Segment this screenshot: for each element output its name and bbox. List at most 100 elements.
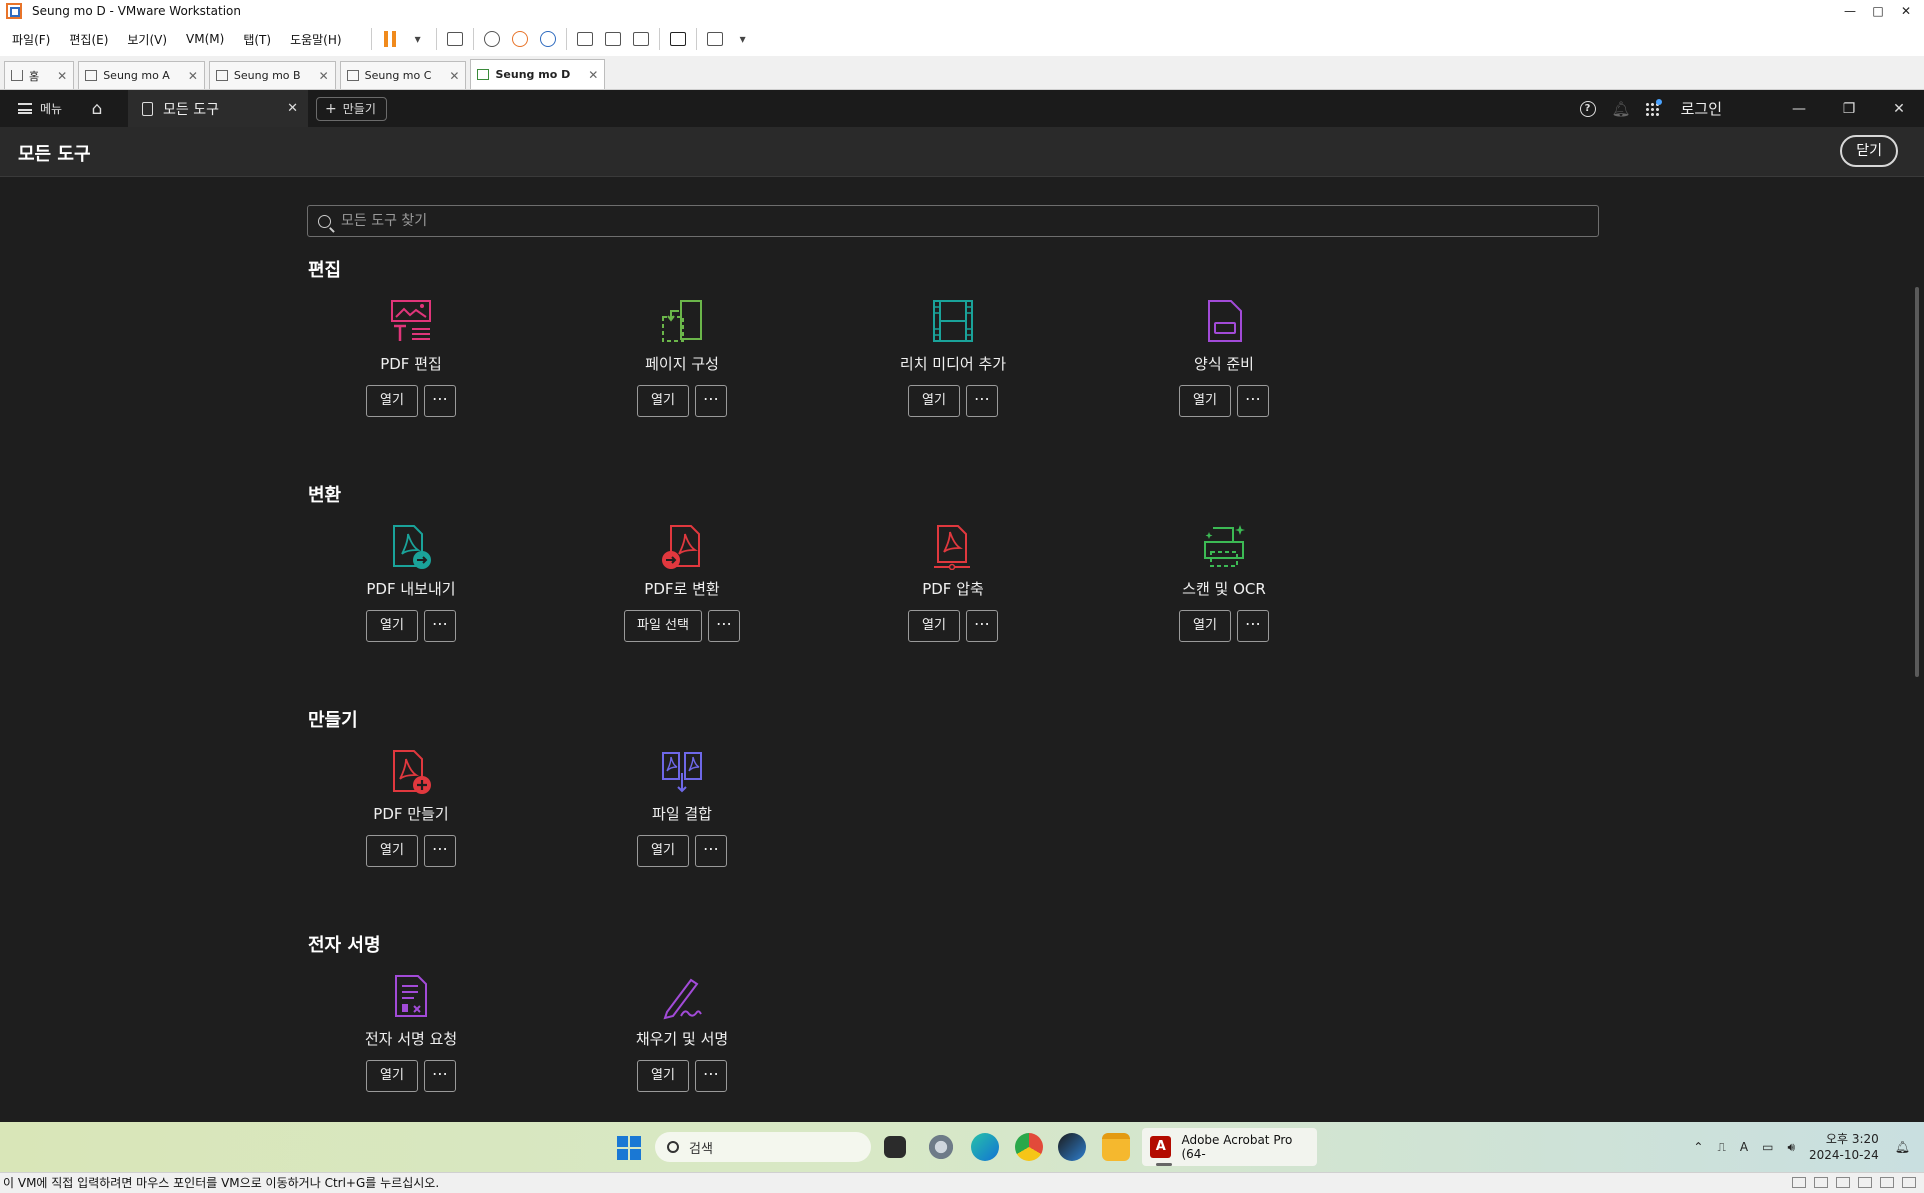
usb-icon[interactable]: ⎍ [1717, 1140, 1725, 1155]
task-view-icon[interactable] [884, 1136, 906, 1158]
open-button[interactable]: 열기 [908, 385, 960, 417]
tab-seung-mo-a[interactable]: Seung mo A ✕ [78, 61, 205, 89]
taskbar-search[interactable]: 검색 [655, 1132, 871, 1162]
tool-name: 스캔 및 OCR [1182, 580, 1266, 598]
restore-icon[interactable]: ❐ [1824, 101, 1874, 117]
open-button[interactable]: 열기 [637, 385, 689, 417]
network-adapter-icon[interactable] [1836, 1177, 1850, 1188]
more-options-button[interactable]: ⋯ [424, 610, 456, 642]
more-options-button[interactable]: ⋯ [966, 385, 998, 417]
full-screen-button[interactable] [627, 26, 655, 52]
taskbar-acrobat[interactable]: A Adobe Acrobat Pro (64- [1142, 1128, 1317, 1166]
login-button[interactable]: 로그인 [1681, 98, 1722, 119]
more-options-button[interactable]: ⋯ [424, 385, 456, 417]
show-thumbnail-button[interactable] [599, 26, 627, 52]
network-icon[interactable]: ▭ [1762, 1140, 1773, 1154]
close-icon[interactable]: ✕ [1892, 0, 1920, 22]
vertical-scrollbar[interactable] [1915, 287, 1919, 677]
thumbnail-icon [604, 32, 621, 46]
sound-card-icon[interactable] [1880, 1177, 1894, 1188]
hard-disk-icon[interactable] [1792, 1177, 1806, 1188]
more-options-button[interactable]: ⋯ [707, 610, 740, 642]
windows-start-icon[interactable] [617, 1136, 641, 1160]
close-icon[interactable]: ✕ [1874, 101, 1924, 117]
volume-icon[interactable]: 🔊︎ [1787, 1140, 1795, 1155]
open-button[interactable]: 열기 [1179, 385, 1231, 417]
notification-bell-icon[interactable]: 🔔︎ [1895, 1140, 1910, 1154]
create-button[interactable]: + 만들기 [316, 96, 387, 121]
close-icon[interactable]: ✕ [287, 101, 298, 116]
menu-tab[interactable]: 탭(T) [243, 31, 271, 48]
more-options-button[interactable]: ⋯ [424, 1060, 456, 1092]
snapshot-manager-button[interactable] [534, 26, 562, 52]
home-button[interactable]: ⌂ [80, 99, 114, 119]
more-options-button[interactable]: ⋯ [1237, 385, 1269, 417]
cd-rom-icon[interactable] [1814, 1177, 1828, 1188]
menu-file[interactable]: 파일(F) [12, 31, 50, 48]
close-button[interactable]: 닫기 [1840, 135, 1898, 167]
open-button[interactable]: 열기 [637, 835, 689, 867]
close-icon[interactable]: ✕ [319, 69, 329, 83]
more-options-button[interactable]: ⋯ [695, 385, 727, 417]
menu-vm[interactable]: VM(M) [186, 32, 224, 46]
send-ctrl-alt-del-button[interactable] [441, 26, 469, 52]
menu-edit[interactable]: 편집(E) [69, 31, 108, 48]
pause-dropdown-button[interactable]: ▾ [404, 26, 432, 52]
chevron-up-icon[interactable]: ⌃ [1693, 1140, 1703, 1154]
bell-icon[interactable]: 🔔︎ [1612, 100, 1631, 118]
tab-seung-mo-d[interactable]: Seung mo D ✕ [470, 59, 606, 89]
revert-snapshot-button[interactable] [506, 26, 534, 52]
stretch-button[interactable] [701, 26, 729, 52]
close-icon[interactable]: ✕ [188, 69, 198, 83]
message-icon[interactable] [1902, 1177, 1916, 1188]
tool-compress-pdf: PDF 압축 열기 ⋯ [843, 524, 1063, 674]
open-button[interactable]: 열기 [366, 610, 418, 642]
app-icon[interactable] [1058, 1133, 1086, 1161]
search-box[interactable] [307, 205, 1599, 237]
open-button[interactable]: 열기 [366, 1060, 418, 1092]
more-options-button[interactable]: ⋯ [424, 835, 456, 867]
open-button[interactable]: 열기 [366, 835, 418, 867]
tab-all-tools[interactable]: 모든 도구 ✕ [128, 90, 308, 127]
tab-seung-mo-b[interactable]: Seung mo B ✕ [208, 61, 336, 89]
close-icon[interactable]: ✕ [57, 69, 67, 83]
snapshot-button[interactable] [478, 26, 506, 52]
stretch-dropdown-button[interactable]: ▾ [729, 26, 757, 52]
console-view-button[interactable] [664, 26, 692, 52]
tab-label: Seung mo A [103, 69, 170, 82]
minimize-icon[interactable]: — [1836, 0, 1864, 22]
settings-gear-icon[interactable] [927, 1133, 955, 1161]
more-options-button[interactable]: ⋯ [966, 610, 998, 642]
ime-icon[interactable]: A [1740, 1140, 1748, 1154]
tab-home[interactable]: 홈 ✕ [4, 61, 75, 89]
search-input[interactable] [341, 213, 1541, 229]
menu-view[interactable]: 보기(V) [127, 31, 167, 48]
vm-icon [85, 70, 98, 81]
chrome-icon[interactable] [1015, 1133, 1043, 1161]
file-explorer-icon[interactable] [1102, 1133, 1130, 1161]
more-options-button[interactable]: ⋯ [1237, 610, 1269, 642]
edge-icon[interactable] [971, 1133, 999, 1161]
chevron-down-icon: ▾ [739, 32, 746, 46]
pause-button[interactable] [376, 26, 404, 52]
select-file-button[interactable]: 파일 선택 [624, 610, 702, 642]
open-button[interactable]: 열기 [1179, 610, 1231, 642]
system-clock[interactable]: 오후 3:20 2024-10-24 [1809, 1131, 1879, 1163]
show-library-button[interactable] [571, 26, 599, 52]
tab-seung-mo-c[interactable]: Seung mo C ✕ [339, 61, 467, 89]
apps-grid-icon[interactable] [1644, 98, 1662, 116]
menu-button[interactable]: 메뉴 [0, 100, 80, 117]
maximize-icon[interactable]: □ [1864, 0, 1892, 22]
help-icon[interactable]: ? [1579, 100, 1596, 117]
open-button[interactable]: 열기 [637, 1060, 689, 1092]
open-button[interactable]: 열기 [908, 610, 960, 642]
more-options-button[interactable]: ⋯ [695, 1060, 727, 1092]
usb-device-icon[interactable] [1858, 1177, 1872, 1188]
taskbar-acrobat-label: Adobe Acrobat Pro (64- [1181, 1133, 1293, 1161]
minimize-icon[interactable]: — [1774, 101, 1824, 117]
close-icon[interactable]: ✕ [588, 68, 598, 82]
open-button[interactable]: 열기 [366, 385, 418, 417]
more-options-button[interactable]: ⋯ [695, 835, 727, 867]
menu-help[interactable]: 도움말(H) [290, 31, 342, 48]
close-icon[interactable]: ✕ [449, 69, 459, 83]
